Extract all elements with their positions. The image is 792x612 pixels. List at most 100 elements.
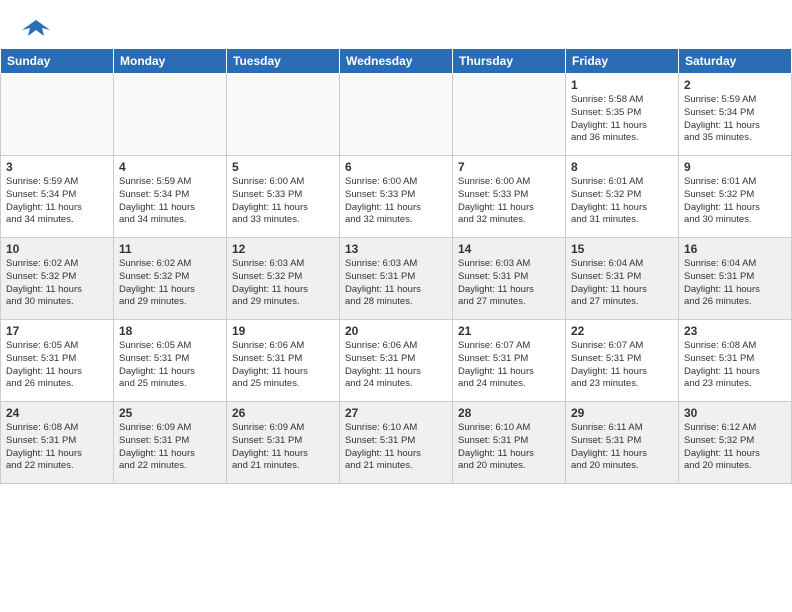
- day-number: 1: [571, 78, 673, 92]
- calendar-day-cell: [340, 74, 453, 156]
- day-info: Sunrise: 6:03 AM Sunset: 5:32 PM Dayligh…: [232, 258, 334, 309]
- day-info: Sunrise: 5:59 AM Sunset: 5:34 PM Dayligh…: [684, 94, 786, 145]
- day-info: Sunrise: 5:59 AM Sunset: 5:34 PM Dayligh…: [119, 176, 221, 227]
- day-info: Sunrise: 6:06 AM Sunset: 5:31 PM Dayligh…: [345, 340, 447, 391]
- day-number: 11: [119, 242, 221, 256]
- calendar-day-cell: 20 Sunrise: 6:06 AM Sunset: 5:31 PM Dayli…: [340, 320, 453, 402]
- day-number: 20: [345, 324, 447, 338]
- day-info: Sunrise: 6:03 AM Sunset: 5:31 PM Dayligh…: [458, 258, 560, 309]
- day-number: 12: [232, 242, 334, 256]
- day-info: Sunrise: 6:04 AM Sunset: 5:31 PM Dayligh…: [684, 258, 786, 309]
- day-number: 5: [232, 160, 334, 174]
- day-number: 2: [684, 78, 786, 92]
- day-number: 30: [684, 406, 786, 420]
- day-number: 13: [345, 242, 447, 256]
- day-number: 26: [232, 406, 334, 420]
- calendar-day-cell: 22 Sunrise: 6:07 AM Sunset: 5:31 PM Dayli…: [566, 320, 679, 402]
- calendar-day-cell: 25Sunrise: 6:09 AM Sunset: 5:31 PM Dayli…: [114, 402, 227, 484]
- day-info: Sunrise: 6:01 AM Sunset: 5:32 PM Dayligh…: [571, 176, 673, 227]
- day-number: 23: [684, 324, 786, 338]
- calendar-day-header: Monday: [114, 49, 227, 74]
- calendar-day-cell: 2 Sunrise: 5:59 AM Sunset: 5:34 PM Daylig…: [679, 74, 792, 156]
- day-number: 29: [571, 406, 673, 420]
- calendar-day-header: Thursday: [453, 49, 566, 74]
- day-info: Sunrise: 6:08 AM Sunset: 5:31 PM Dayligh…: [6, 422, 108, 473]
- day-info: Sunrise: 6:12 AM Sunset: 5:32 PM Dayligh…: [684, 422, 786, 473]
- calendar-day-cell: 16 Sunrise: 6:04 AM Sunset: 5:31 PM Dayli…: [679, 238, 792, 320]
- day-info: Sunrise: 6:02 AM Sunset: 5:32 PM Dayligh…: [6, 258, 108, 309]
- calendar-day-cell: 3 Sunrise: 5:59 AM Sunset: 5:34 PM Daylig…: [1, 156, 114, 238]
- day-number: 6: [345, 160, 447, 174]
- day-info: Sunrise: 6:00 AM Sunset: 5:33 PM Dayligh…: [345, 176, 447, 227]
- calendar-day-cell: 4 Sunrise: 5:59 AM Sunset: 5:34 PM Daylig…: [114, 156, 227, 238]
- day-info: Sunrise: 6:04 AM Sunset: 5:31 PM Dayligh…: [571, 258, 673, 309]
- calendar-day-cell: 23 Sunrise: 6:08 AM Sunset: 5:31 PM Dayli…: [679, 320, 792, 402]
- calendar-day-cell: 14 Sunrise: 6:03 AM Sunset: 5:31 PM Dayli…: [453, 238, 566, 320]
- header: [0, 0, 792, 48]
- day-number: 9: [684, 160, 786, 174]
- calendar-day-cell: 12 Sunrise: 6:03 AM Sunset: 5:32 PM Dayli…: [227, 238, 340, 320]
- calendar-day-cell: 7Sunrise: 6:00 AM Sunset: 5:33 PM Daylig…: [453, 156, 566, 238]
- day-number: 14: [458, 242, 560, 256]
- day-number: 22: [571, 324, 673, 338]
- calendar-day-header: Wednesday: [340, 49, 453, 74]
- calendar-day-cell: 9 Sunrise: 6:01 AM Sunset: 5:32 PM Daylig…: [679, 156, 792, 238]
- calendar-day-cell: 11 Sunrise: 6:02 AM Sunset: 5:32 PM Dayli…: [114, 238, 227, 320]
- day-number: 21: [458, 324, 560, 338]
- day-info: Sunrise: 5:59 AM Sunset: 5:34 PM Dayligh…: [6, 176, 108, 227]
- calendar-week-row: 10 Sunrise: 6:02 AM Sunset: 5:32 PM Dayli…: [1, 238, 792, 320]
- calendar-day-cell: 29 Sunrise: 6:11 AM Sunset: 5:31 PM Dayli…: [566, 402, 679, 484]
- day-info: Sunrise: 6:11 AM Sunset: 5:31 PM Dayligh…: [571, 422, 673, 473]
- calendar-day-cell: 24 Sunrise: 6:08 AM Sunset: 5:31 PM Dayli…: [1, 402, 114, 484]
- calendar-day-cell: [227, 74, 340, 156]
- day-info: Sunrise: 6:00 AM Sunset: 5:33 PM Dayligh…: [458, 176, 560, 227]
- day-info: Sunrise: 5:58 AM Sunset: 5:35 PM Dayligh…: [571, 94, 673, 145]
- day-info: Sunrise: 6:03 AM Sunset: 5:31 PM Dayligh…: [345, 258, 447, 309]
- logo: [20, 16, 50, 40]
- day-number: 24: [6, 406, 108, 420]
- day-info: Sunrise: 6:07 AM Sunset: 5:31 PM Dayligh…: [458, 340, 560, 391]
- page: SundayMondayTuesdayWednesdayThursdayFrid…: [0, 0, 792, 612]
- day-number: 19: [232, 324, 334, 338]
- day-number: 4: [119, 160, 221, 174]
- day-number: 17: [6, 324, 108, 338]
- calendar-day-header: Sunday: [1, 49, 114, 74]
- day-number: 10: [6, 242, 108, 256]
- calendar-day-cell: 21 Sunrise: 6:07 AM Sunset: 5:31 PM Dayli…: [453, 320, 566, 402]
- calendar-day-cell: 10 Sunrise: 6:02 AM Sunset: 5:32 PM Dayli…: [1, 238, 114, 320]
- day-number: 28: [458, 406, 560, 420]
- day-number: 16: [684, 242, 786, 256]
- day-info: Sunrise: 6:02 AM Sunset: 5:32 PM Dayligh…: [119, 258, 221, 309]
- day-number: 3: [6, 160, 108, 174]
- calendar-day-header: Friday: [566, 49, 679, 74]
- calendar-day-cell: 26 Sunrise: 6:09 AM Sunset: 5:31 PM Dayli…: [227, 402, 340, 484]
- calendar-day-cell: 30 Sunrise: 6:12 AM Sunset: 5:32 PM Dayli…: [679, 402, 792, 484]
- calendar-day-header: Tuesday: [227, 49, 340, 74]
- calendar-day-cell: 15 Sunrise: 6:04 AM Sunset: 5:31 PM Dayli…: [566, 238, 679, 320]
- calendar-day-cell: 17Sunrise: 6:05 AM Sunset: 5:31 PM Dayli…: [1, 320, 114, 402]
- calendar-day-cell: 8 Sunrise: 6:01 AM Sunset: 5:32 PM Daylig…: [566, 156, 679, 238]
- calendar-day-cell: [114, 74, 227, 156]
- calendar-day-cell: 18Sunrise: 6:05 AM Sunset: 5:31 PM Dayli…: [114, 320, 227, 402]
- calendar-day-cell: [1, 74, 114, 156]
- calendar-day-cell: 28 Sunrise: 6:10 AM Sunset: 5:31 PM Dayli…: [453, 402, 566, 484]
- calendar-table: SundayMondayTuesdayWednesdayThursdayFrid…: [0, 48, 792, 484]
- day-number: 27: [345, 406, 447, 420]
- day-info: Sunrise: 6:00 AM Sunset: 5:33 PM Dayligh…: [232, 176, 334, 227]
- day-info: Sunrise: 6:08 AM Sunset: 5:31 PM Dayligh…: [684, 340, 786, 391]
- day-info: Sunrise: 6:10 AM Sunset: 5:31 PM Dayligh…: [458, 422, 560, 473]
- calendar-header-row: SundayMondayTuesdayWednesdayThursdayFrid…: [1, 49, 792, 74]
- calendar-day-cell: 13 Sunrise: 6:03 AM Sunset: 5:31 PM Dayli…: [340, 238, 453, 320]
- calendar-day-cell: 5 Sunrise: 6:00 AM Sunset: 5:33 PM Daylig…: [227, 156, 340, 238]
- day-info: Sunrise: 6:10 AM Sunset: 5:31 PM Dayligh…: [345, 422, 447, 473]
- day-info: Sunrise: 6:07 AM Sunset: 5:31 PM Dayligh…: [571, 340, 673, 391]
- day-number: 8: [571, 160, 673, 174]
- calendar-day-cell: 19Sunrise: 6:06 AM Sunset: 5:31 PM Dayli…: [227, 320, 340, 402]
- day-info: Sunrise: 6:01 AM Sunset: 5:32 PM Dayligh…: [684, 176, 786, 227]
- calendar-day-header: Saturday: [679, 49, 792, 74]
- logo-bird-icon: [22, 16, 50, 40]
- calendar-week-row: 1 Sunrise: 5:58 AM Sunset: 5:35 PM Daylig…: [1, 74, 792, 156]
- day-number: 15: [571, 242, 673, 256]
- day-info: Sunrise: 6:09 AM Sunset: 5:31 PM Dayligh…: [232, 422, 334, 473]
- calendar-day-cell: 6 Sunrise: 6:00 AM Sunset: 5:33 PM Daylig…: [340, 156, 453, 238]
